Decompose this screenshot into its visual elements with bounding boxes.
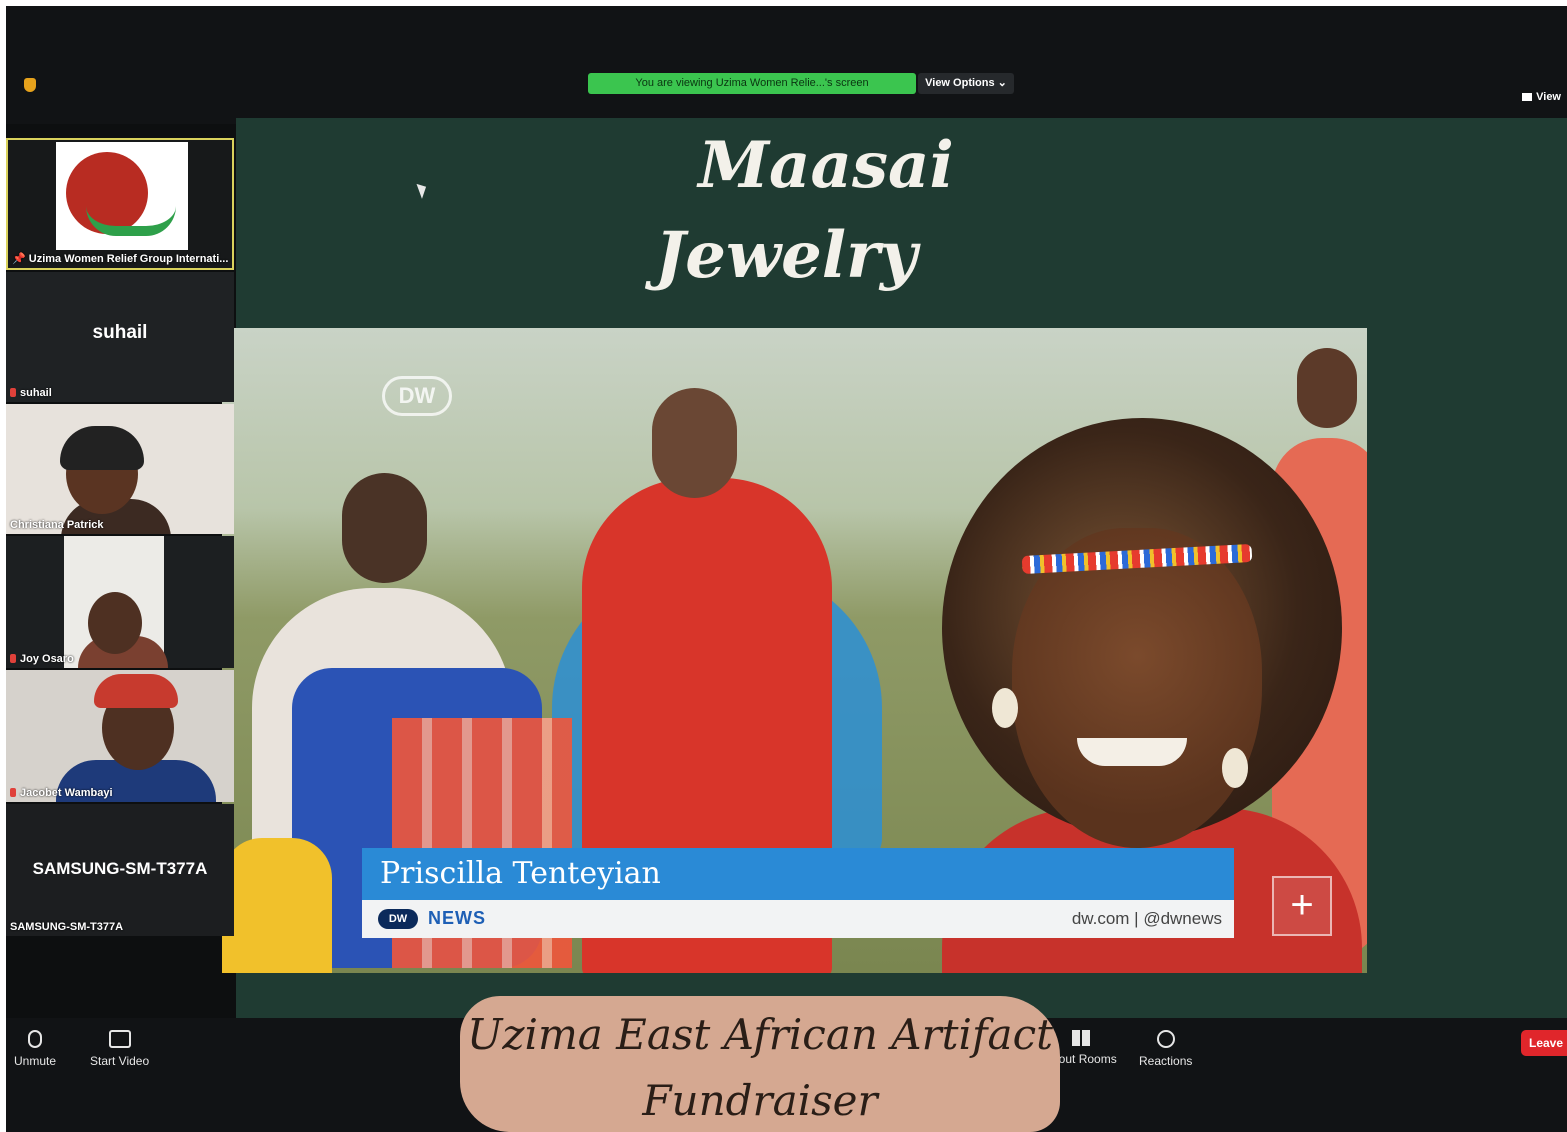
dw-logo-icon: DW [378, 909, 418, 929]
participant-face [88, 592, 142, 654]
participant-hair [60, 426, 144, 470]
unmute-button[interactable]: Unmute [14, 1030, 56, 1068]
slide-title-line1: Maasai [698, 128, 954, 203]
reactions-label: Reactions [1139, 1054, 1193, 1068]
mouse-cursor-icon [416, 181, 430, 199]
mic-muted-icon [10, 388, 16, 397]
caption-line2: Fundraiser [642, 1076, 878, 1125]
earring-right [1222, 748, 1248, 788]
news-label: NEWS [428, 908, 486, 928]
lower-third-brand-bar: DW NEWS dw.com | @dwnews [362, 900, 1234, 938]
background-person-center-head [652, 388, 737, 498]
embedded-video[interactable]: DW Priscilla Tenteyian DW NEWS dw.com | … [222, 328, 1367, 973]
video-off-icon [108, 1030, 131, 1048]
logo-green-swoosh [86, 206, 176, 236]
participant-name: Christiana Patrick [10, 519, 104, 531]
view-button[interactable]: View [1522, 91, 1561, 103]
microphone-muted-icon [28, 1030, 43, 1048]
meeting-window: You are viewing Uzima Women Relie...'s s… [6, 6, 1567, 1132]
start-video-label: Start Video [90, 1054, 150, 1068]
participant-tile-samsung[interactable]: SAMSUNG-SM-T377A SAMSUNG-SM-T377A [6, 804, 234, 936]
smiley-icon [1156, 1030, 1175, 1048]
lower-third: Priscilla Tenteyian DW NEWS dw.com | @dw… [362, 848, 1234, 938]
participant-tile-uzima[interactable]: 📌 Uzima Women Relief Group Internati... [6, 138, 234, 270]
yellow-object [222, 838, 332, 973]
participant-tile-joy[interactable]: Joy Osaro [6, 536, 234, 668]
start-video-button[interactable]: Start Video [90, 1030, 149, 1068]
lower-third-name: Priscilla Tenteyian [362, 848, 1234, 900]
view-button-label: View [1536, 91, 1561, 103]
speaker-smile [1077, 738, 1187, 766]
participant-name: 📌 Uzima Women Relief Group Internati... [12, 253, 229, 265]
participant-name: Jacobet Wambayi [10, 787, 113, 799]
uzima-logo [56, 142, 188, 250]
view-icon [1522, 93, 1533, 101]
view-options-button[interactable]: View Options ⌄ [918, 73, 1014, 94]
participant-tile-suhail[interactable]: suhail suhail [6, 272, 234, 402]
plus-icon: + [1272, 876, 1332, 936]
participant-headwrap [94, 674, 178, 708]
earring-left [992, 688, 1018, 728]
caption-line1: Uzima East African Artifact [467, 1010, 1053, 1059]
reactions-button[interactable]: Reactions [1139, 1030, 1192, 1068]
participant-tile-jacobet[interactable]: Jacobet Wambayi [6, 670, 234, 802]
breakout-rooms-icon [1072, 1030, 1091, 1046]
dw-handles: dw.com | @dwnews [1071, 909, 1222, 928]
speaker-face [1012, 528, 1262, 848]
mic-muted-icon [10, 654, 16, 663]
participant-name: Joy Osaro [10, 653, 74, 665]
screen-share-banner: You are viewing Uzima Women Relie...'s s… [588, 73, 916, 94]
background-person-left-head [342, 473, 427, 583]
leave-button[interactable]: Leave [1521, 1030, 1567, 1056]
slide-title-line2: Jewelry [654, 218, 918, 293]
mic-muted-icon [10, 788, 16, 797]
security-shield-icon[interactable] [24, 78, 36, 92]
participant-display-name: suhail [92, 322, 148, 343]
participant-name: suhail [10, 387, 52, 399]
unmute-label: Unmute [14, 1054, 57, 1068]
top-bar: You are viewing Uzima Women Relie...'s s… [6, 6, 1567, 124]
participant-display-name: SAMSUNG-SM-T377A [32, 859, 208, 878]
shared-slide: Maasai Jewelry DW Priscilla Tenteyian DW… [222, 118, 1567, 1018]
fundraiser-caption: Uzima East African Artifact Fundraiser [460, 996, 1060, 1132]
dw-watermark-logo: DW [382, 376, 452, 416]
participant-tile-christiana[interactable]: Christiana Patrick [6, 404, 234, 534]
participant-name: SAMSUNG-SM-T377A [10, 921, 124, 933]
background-person-right-head [1297, 348, 1357, 428]
